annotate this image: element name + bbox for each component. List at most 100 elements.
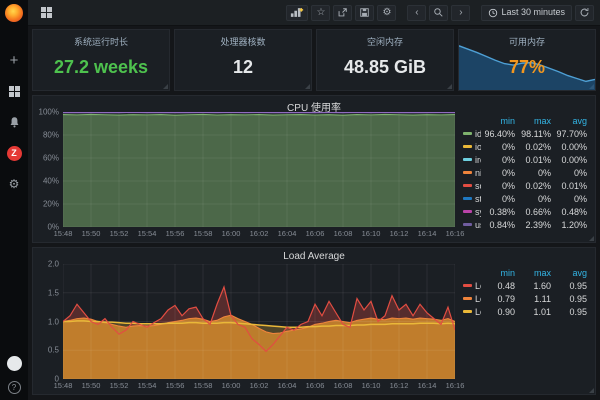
- load-plot-area[interactable]: [63, 264, 455, 379]
- dashboard-settings-button[interactable]: ⚙: [377, 5, 396, 21]
- x-tick-label: 16:00: [222, 381, 241, 390]
- x-tick-label: 16:04: [278, 229, 297, 238]
- legend-column-min[interactable]: min: [481, 116, 515, 126]
- legend-column-max[interactable]: max: [515, 268, 551, 278]
- y-tick-label: 1.0: [48, 317, 59, 326]
- dashboards-grid-glyph: [9, 86, 20, 97]
- uptime-stat-panel[interactable]: 系统运行时长 27.2 weeks: [32, 29, 170, 91]
- free-memory-stat-panel[interactable]: 空闲内存 48.85 GiB: [316, 29, 454, 91]
- legend-value: 0%: [481, 168, 515, 178]
- legend-value: 0.66%: [515, 207, 551, 217]
- save-button[interactable]: [355, 5, 374, 21]
- legend-value: 0.00%: [551, 155, 587, 165]
- legend-column-min[interactable]: min: [481, 268, 515, 278]
- legend-header: minmaxavg: [463, 114, 587, 127]
- available-memory-stat-panel[interactable]: 可用内存 77%: [458, 29, 596, 91]
- x-tick-label: 15:58: [194, 229, 213, 238]
- legend-value: 0%: [515, 194, 551, 204]
- time-back-button[interactable]: ‹: [407, 5, 426, 21]
- x-tick-label: 16:08: [334, 381, 353, 390]
- load-average-panel-title[interactable]: Load Average: [33, 248, 595, 264]
- available-memory-title: 可用内存: [509, 35, 545, 48]
- time-range-picker[interactable]: Last 30 minutes: [481, 5, 572, 21]
- x-tick-label: 16:02: [250, 381, 269, 390]
- configuration-gear-icon[interactable]: ⚙: [6, 176, 22, 192]
- legend-value: 0%: [481, 155, 515, 165]
- dashboards-icon[interactable]: [6, 83, 22, 99]
- dashboard-grid: 系统运行时长 27.2 weeks 处理器核数 12 空闲内存 48.85 Gi…: [28, 26, 600, 400]
- cpu-cores-stat-panel[interactable]: 处理器核数 12: [174, 29, 312, 91]
- series-swatch: [463, 184, 472, 187]
- legend-value: 96.40%: [481, 129, 515, 139]
- y-tick-label: 60%: [43, 154, 59, 163]
- y-tick-label: 0.5: [48, 346, 59, 355]
- x-tick-label: 15:54: [138, 229, 157, 238]
- legend-value: 0.01%: [551, 181, 587, 191]
- legend-value: 98.11%: [515, 129, 551, 139]
- grafana-logo[interactable]: [5, 4, 23, 22]
- stats-row: 系统运行时长 27.2 weeks 处理器核数 12 空闲内存 48.85 Gi…: [32, 29, 596, 91]
- load-x-axis: 15:4815:5015:5215:5415:5615:5816:0016:02…: [63, 379, 455, 392]
- y-tick-label: 40%: [43, 177, 59, 186]
- series-swatch: [463, 310, 472, 313]
- legend-value: 97.70%: [551, 129, 587, 139]
- legend-value: 0%: [481, 181, 515, 191]
- legend-row: nice0%0%0%: [463, 166, 587, 179]
- free-memory-title: 空闲内存: [367, 35, 403, 48]
- share-button[interactable]: [333, 5, 352, 21]
- x-tick-label: 16:12: [390, 381, 409, 390]
- series-swatch: [463, 197, 472, 200]
- x-tick-label: 16:12: [390, 229, 409, 238]
- clock-icon: [488, 8, 498, 18]
- star-button[interactable]: ☆: [311, 5, 330, 21]
- legend-column-avg[interactable]: avg: [551, 116, 587, 126]
- x-tick-label: 16:16: [446, 229, 465, 238]
- y-tick-label: 1.5: [48, 288, 59, 297]
- x-tick-label: 15:50: [82, 381, 101, 390]
- x-tick-label: 15:50: [82, 229, 101, 238]
- legend-value: 0.90: [481, 307, 515, 317]
- legend-value: 1.60: [515, 281, 551, 291]
- create-plus-icon[interactable]: +: [6, 52, 22, 68]
- free-memory-value: 48.85 GiB: [344, 57, 426, 78]
- cpu-usage-panel: CPU 使用率 100%80%60%40%20%0% 15:4815:5015:…: [32, 95, 596, 243]
- x-tick-label: 15:48: [54, 381, 73, 390]
- user-avatar[interactable]: [7, 356, 22, 371]
- apps-grid-icon[interactable]: [38, 5, 54, 21]
- legend-value: 0.02%: [515, 181, 551, 191]
- zabbix-app-icon[interactable]: Z: [6, 145, 22, 161]
- time-forward-button[interactable]: ›: [451, 5, 470, 21]
- legend-value: 0.95: [551, 294, 587, 304]
- legend-value: 0%: [551, 194, 587, 204]
- series-swatch: [463, 132, 472, 135]
- legend-value: 0%: [551, 168, 587, 178]
- help-icon[interactable]: ?: [8, 381, 21, 394]
- x-tick-label: 15:48: [54, 229, 73, 238]
- x-tick-label: 16:02: [250, 229, 269, 238]
- x-tick-label: 16:00: [222, 229, 241, 238]
- legend-column-max[interactable]: max: [515, 116, 551, 126]
- legend-value: 1.01: [515, 307, 551, 317]
- alerting-bell-icon[interactable]: [6, 114, 22, 130]
- uptime-title: 系统运行时长: [74, 35, 128, 48]
- available-memory-value: 77%: [509, 57, 545, 78]
- cpu-plot-area[interactable]: [63, 112, 455, 227]
- load-legend: minmaxavgLoad 1m0.481.600.95Load 5m0.791…: [455, 264, 593, 392]
- cpu-y-axis: 100%80%60%40%20%0%: [35, 112, 63, 227]
- add-panel-button[interactable]: [286, 5, 308, 21]
- series-swatch: [463, 171, 472, 174]
- legend-row: Load 5m0.791.110.95: [463, 292, 587, 305]
- x-tick-label: 16:16: [446, 381, 465, 390]
- x-tick-label: 15:54: [138, 381, 157, 390]
- series-swatch: [463, 223, 472, 226]
- load-y-axis: 2.01.51.00.50: [35, 264, 63, 379]
- zoom-out-button[interactable]: [429, 5, 448, 21]
- x-tick-label: 15:56: [166, 381, 185, 390]
- legend-column-avg[interactable]: avg: [551, 268, 587, 278]
- y-tick-label: 80%: [43, 131, 59, 140]
- legend-value: 0.02%: [515, 142, 551, 152]
- refresh-button[interactable]: [575, 5, 594, 21]
- cpu-usage-panel-title[interactable]: CPU 使用率: [33, 96, 595, 112]
- x-tick-label: 15:52: [110, 229, 129, 238]
- apps-grid-glyph: [41, 7, 52, 18]
